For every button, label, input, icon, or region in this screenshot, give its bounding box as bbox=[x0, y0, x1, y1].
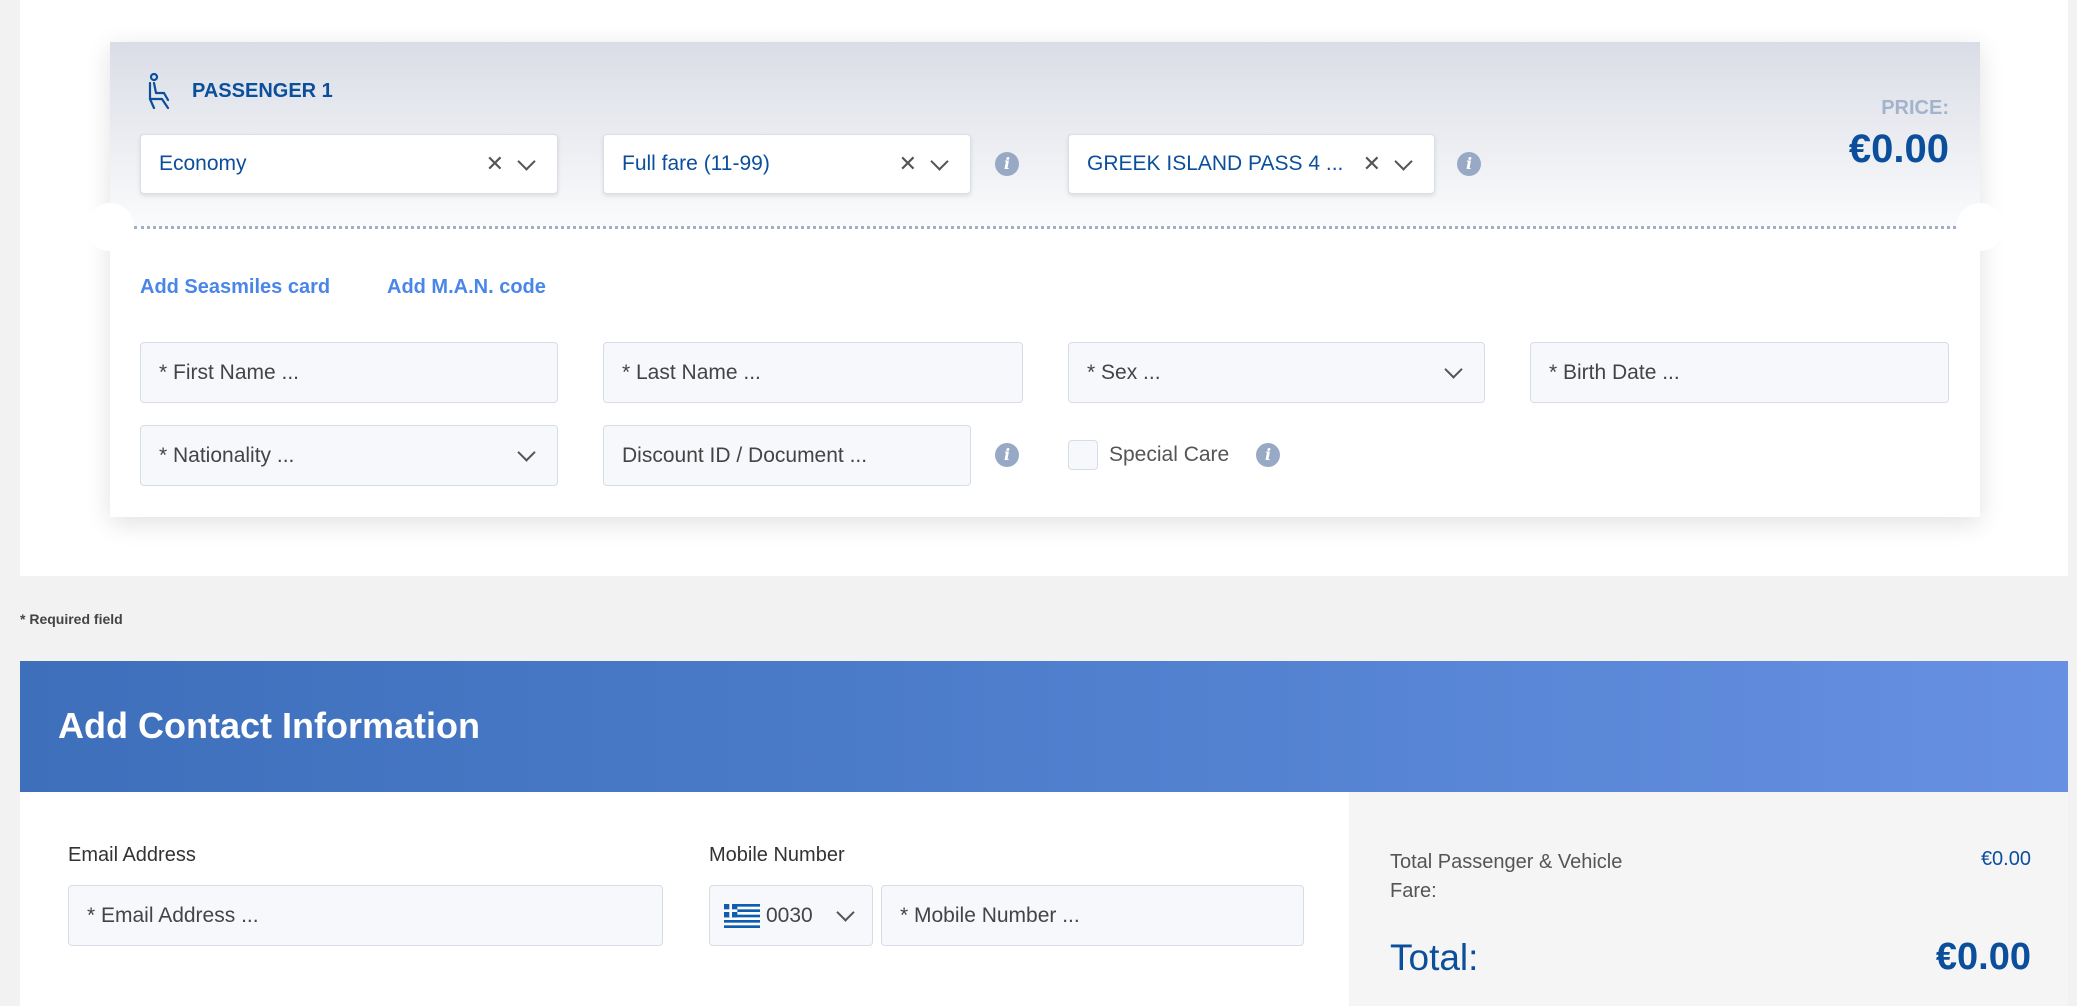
fare-select-value: Full fare (11-99) bbox=[622, 152, 770, 175]
dotted-divider bbox=[134, 226, 1956, 229]
discount-placeholder: Discount ID / Document ... bbox=[622, 443, 868, 467]
fare-label-line1: Total Passenger & Vehicle bbox=[1390, 851, 1623, 873]
add-seasmiles-link[interactable]: Add Seasmiles card bbox=[140, 276, 330, 299]
fare-select[interactable]: Full fare (11-99) ✕ bbox=[603, 134, 971, 194]
class-select-value: Economy bbox=[159, 152, 247, 175]
total-value: €0.00 bbox=[1935, 936, 2031, 978]
required-field-note: * Required field bbox=[20, 611, 123, 627]
chevron-down-icon bbox=[1444, 360, 1463, 379]
last-name-placeholder: * Last Name ... bbox=[622, 360, 761, 384]
sex-placeholder: * Sex ... bbox=[1087, 360, 1161, 384]
email-input[interactable]: * Email Address ... bbox=[68, 885, 663, 946]
clear-icon[interactable]: ✕ bbox=[486, 151, 504, 177]
first-name-input[interactable]: * First Name ... bbox=[140, 342, 558, 403]
passenger-card: PASSENGER 1 PRICE: €0.00 Economy ✕ Full … bbox=[86, 42, 2004, 517]
info-icon[interactable]: i bbox=[995, 443, 1019, 467]
price-value: €0.00 bbox=[1848, 127, 1949, 171]
chevron-down-icon bbox=[517, 443, 536, 462]
last-name-input[interactable]: * Last Name ... bbox=[603, 342, 1023, 403]
mobile-label: Mobile Number bbox=[709, 844, 845, 866]
chevron-down-icon[interactable] bbox=[930, 151, 949, 171]
ticket-notch-left bbox=[86, 203, 134, 251]
total-label: Total: bbox=[1390, 937, 1479, 978]
special-care-label: Special Care bbox=[1109, 443, 1230, 466]
email-placeholder: * Email Address ... bbox=[87, 903, 259, 927]
fare-label: Total Passenger & Vehicle Fare: bbox=[1390, 848, 1622, 906]
info-icon[interactable]: i bbox=[1457, 152, 1481, 176]
add-man-code-link[interactable]: Add M.A.N. code bbox=[387, 276, 546, 299]
contact-banner: Add Contact Information bbox=[20, 661, 2068, 792]
email-label: Email Address bbox=[68, 844, 196, 866]
passenger-title: PASSENGER 1 bbox=[192, 80, 333, 102]
mobile-number-input[interactable]: * Mobile Number ... bbox=[881, 885, 1304, 946]
birth-date-placeholder: * Birth Date ... bbox=[1549, 360, 1680, 384]
pass-select-value: GREEK ISLAND PASS 4 ... bbox=[1087, 152, 1344, 175]
sex-select[interactable]: * Sex ... bbox=[1068, 342, 1485, 403]
class-select[interactable]: Economy ✕ bbox=[140, 134, 558, 194]
birth-date-input[interactable]: * Birth Date ... bbox=[1530, 342, 1949, 403]
clear-icon[interactable]: ✕ bbox=[899, 151, 917, 177]
country-code-select[interactable]: 0030 bbox=[709, 885, 873, 946]
seat-passenger-icon bbox=[148, 73, 170, 109]
info-icon[interactable]: i bbox=[995, 152, 1019, 176]
ticket-notch-right bbox=[1956, 203, 2004, 251]
fare-value: €0.00 bbox=[1980, 848, 2031, 870]
mobile-placeholder: * Mobile Number ... bbox=[900, 903, 1080, 927]
nationality-placeholder: * Nationality ... bbox=[159, 443, 295, 467]
chevron-down-icon[interactable] bbox=[1394, 151, 1413, 171]
special-care-checkbox[interactable] bbox=[1068, 440, 1098, 470]
nationality-select[interactable]: * Nationality ... bbox=[140, 425, 558, 486]
chevron-down-icon[interactable] bbox=[517, 151, 536, 171]
clear-icon[interactable]: ✕ bbox=[1363, 151, 1381, 177]
fare-label-line2: Fare: bbox=[1390, 880, 1437, 902]
greece-flag-icon bbox=[724, 903, 760, 928]
discount-id-input[interactable]: Discount ID / Document ... bbox=[603, 425, 971, 486]
contact-title: Add Contact Information bbox=[58, 705, 480, 746]
country-code-value: 0030 bbox=[766, 903, 813, 927]
price-label: PRICE: bbox=[1881, 97, 1949, 119]
pass-select[interactable]: GREEK ISLAND PASS 4 ... ✕ bbox=[1068, 134, 1435, 194]
first-name-placeholder: * First Name ... bbox=[159, 360, 300, 384]
chevron-down-icon bbox=[836, 903, 855, 922]
info-icon[interactable]: i bbox=[1256, 443, 1280, 467]
